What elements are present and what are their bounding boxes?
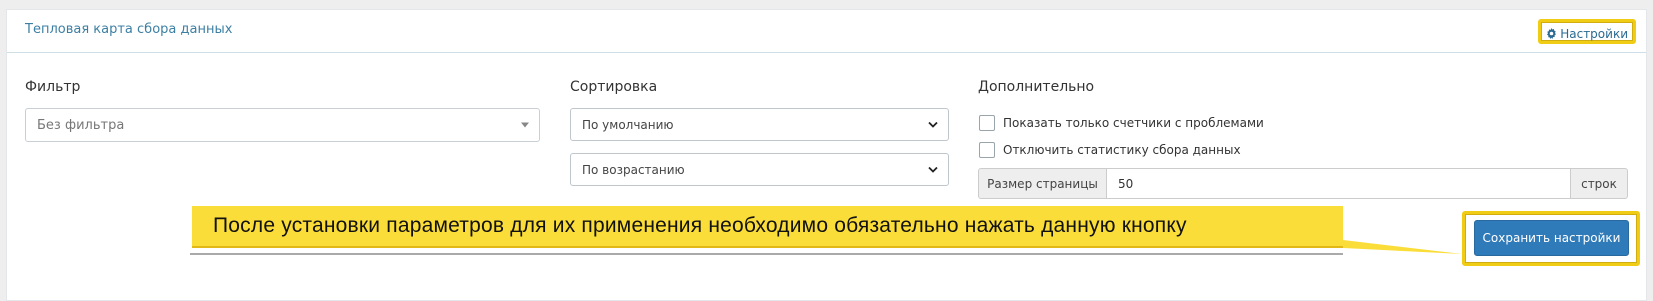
filter-value: Без фильтра <box>37 117 125 133</box>
sort-order-select[interactable]: По возрастанию <box>570 153 949 186</box>
settings-link[interactable]: Настройки <box>1538 19 1636 44</box>
disable-stats-checkbox[interactable] <box>979 142 995 158</box>
gear-icon <box>1547 28 1557 39</box>
filter-label: Фильтр <box>25 79 81 95</box>
sort-field-select[interactable]: По умолчанию <box>570 108 949 141</box>
settings-label: Настройки <box>1560 26 1628 41</box>
chevron-down-icon <box>928 121 938 128</box>
page-size-label: Размер страницы <box>978 168 1107 199</box>
page-size-input[interactable]: 50 <box>1107 168 1570 199</box>
page-size-unit: строк <box>1570 168 1628 199</box>
save-settings-button[interactable]: Сохранить настройки <box>1474 220 1629 256</box>
page-size-group: Размер страницы 50 строк <box>978 168 1628 199</box>
extra-label: Дополнительно <box>978 79 1095 95</box>
callout-text: После установки параметров для их примен… <box>213 214 1187 237</box>
sort-label: Сортировка <box>570 79 658 95</box>
only-problems-label: Показать только счетчики с проблемами <box>1003 116 1264 130</box>
sort-order-value: По возрастанию <box>582 162 685 177</box>
chevron-down-icon <box>928 166 938 173</box>
sort-field-value: По умолчанию <box>582 117 674 132</box>
chevron-down-icon <box>521 122 529 128</box>
panel-title: Тепловая карта сбора данных <box>25 22 233 37</box>
disable-stats-option[interactable]: Отключить статистику сбора данных <box>979 142 1241 158</box>
only-problems-option[interactable]: Показать только счетчики с проблемами <box>979 115 1264 131</box>
panel-header: Тепловая карта сбора данных Настройки <box>7 10 1646 53</box>
annotation-callout: После установки параметров для их примен… <box>192 206 1343 248</box>
only-problems-checkbox[interactable] <box>979 115 995 131</box>
disable-stats-label: Отключить статистику сбора данных <box>1003 143 1241 157</box>
filter-select[interactable]: Без фильтра <box>25 108 540 142</box>
